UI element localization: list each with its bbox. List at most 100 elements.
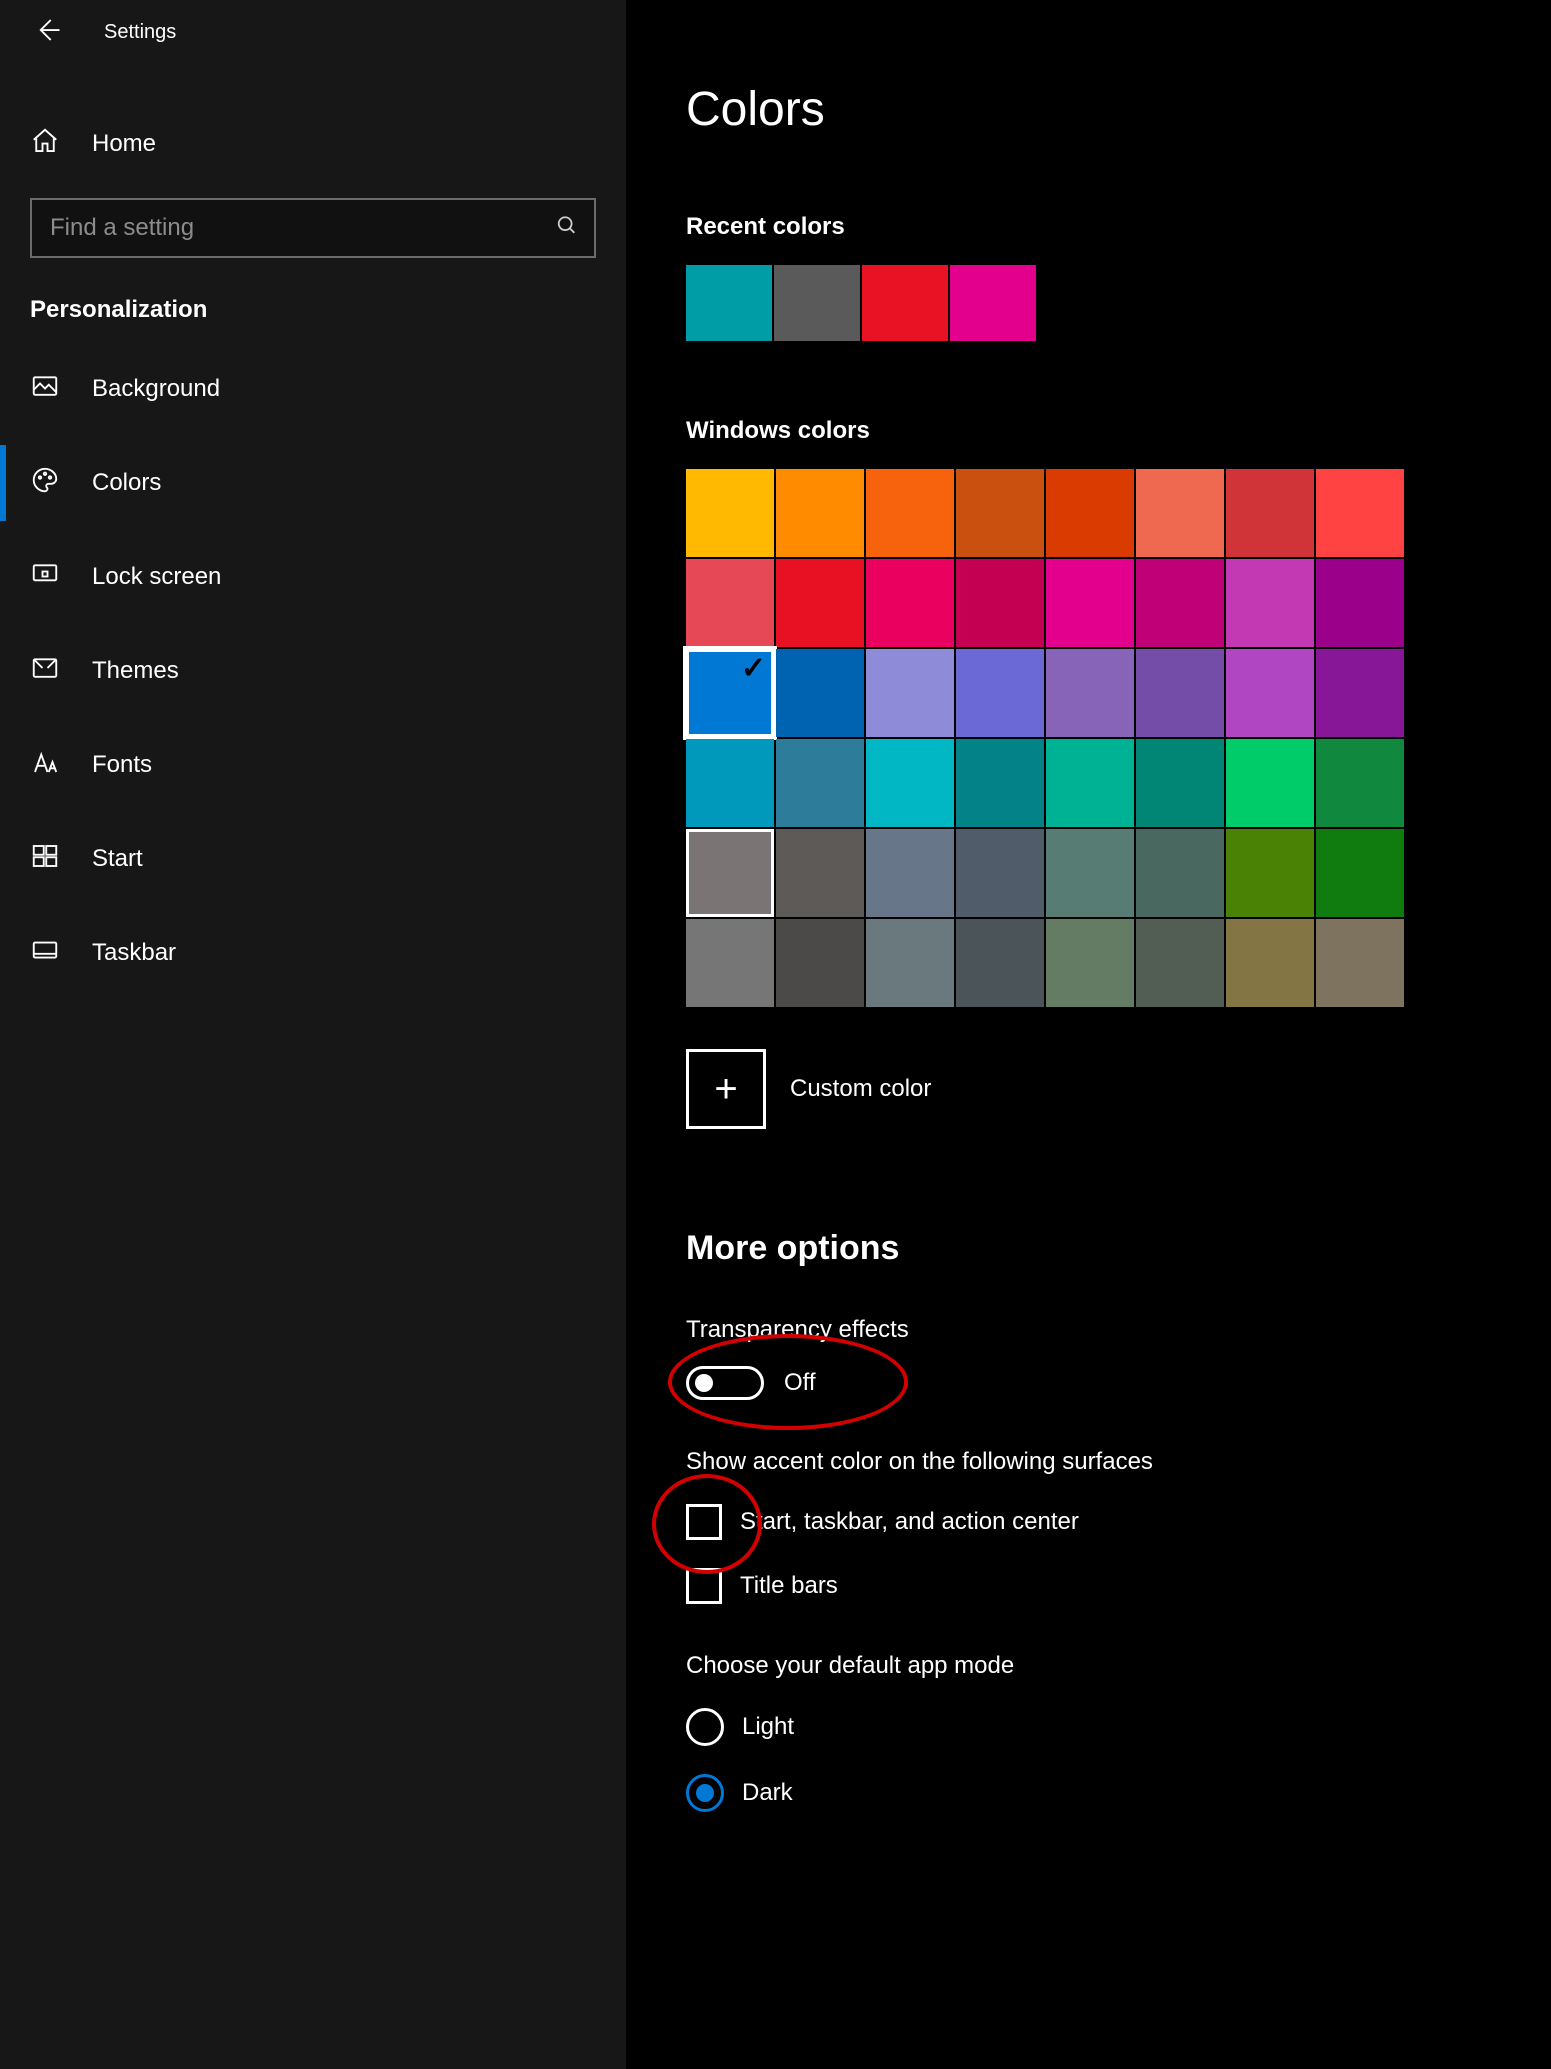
windows-color-swatch[interactable] — [1316, 829, 1404, 917]
windows-color-swatch[interactable] — [1226, 739, 1314, 827]
windows-color-swatch[interactable] — [956, 919, 1044, 1007]
windows-color-swatch[interactable] — [686, 649, 774, 737]
check-start-label: Start, taskbar, and action center — [740, 1508, 1079, 1536]
start-icon — [30, 841, 60, 878]
windows-color-swatch[interactable] — [866, 739, 954, 827]
radio-dark-row: Dark — [686, 1774, 1491, 1812]
custom-color-button[interactable]: + — [686, 1049, 766, 1129]
recent-color-swatch[interactable] — [950, 265, 1036, 341]
windows-color-swatch[interactable] — [776, 829, 864, 917]
plus-icon: + — [714, 1069, 737, 1109]
windows-color-swatch[interactable] — [1226, 649, 1314, 737]
windows-color-swatch[interactable] — [776, 739, 864, 827]
more-options-heading: More options — [686, 1229, 1491, 1268]
windows-color-swatch[interactable] — [776, 469, 864, 557]
radio-light-label: Light — [742, 1713, 794, 1741]
recent-color-swatch[interactable] — [686, 265, 772, 341]
windows-color-swatch[interactable] — [686, 469, 774, 557]
windows-color-swatch[interactable] — [866, 649, 954, 737]
transparency-label: Transparency effects — [686, 1316, 1491, 1344]
windows-color-swatch[interactable] — [686, 739, 774, 827]
transparency-toggle[interactable] — [686, 1366, 764, 1400]
windows-color-swatch[interactable] — [1136, 649, 1224, 737]
windows-color-swatch[interactable] — [1136, 829, 1224, 917]
windows-color-swatch[interactable] — [1136, 559, 1224, 647]
nav-item-colors[interactable]: Colors — [0, 436, 626, 530]
nav-item-background[interactable]: Background — [0, 342, 626, 436]
windows-color-swatch[interactable] — [956, 559, 1044, 647]
nav-item-start[interactable]: Start — [0, 812, 626, 906]
recent-colors-heading: Recent colors — [686, 213, 1491, 241]
windows-color-swatch[interactable] — [1046, 469, 1134, 557]
windows-color-swatch[interactable] — [1136, 469, 1224, 557]
nav-item-themes[interactable]: Themes — [0, 624, 626, 718]
windows-color-swatch[interactable] — [1046, 919, 1134, 1007]
windows-color-swatch[interactable] — [686, 829, 774, 917]
windows-color-swatch[interactable] — [776, 649, 864, 737]
title-bar: Settings — [0, 0, 626, 64]
windows-color-swatch[interactable] — [1136, 739, 1224, 827]
windows-color-swatch[interactable] — [1316, 559, 1404, 647]
windows-color-swatch[interactable] — [1226, 829, 1314, 917]
windows-color-swatch[interactable] — [776, 919, 864, 1007]
home-icon — [30, 126, 60, 163]
home-nav-item[interactable]: Home — [0, 104, 626, 184]
windows-colors-grid — [686, 469, 1491, 1007]
windows-color-swatch[interactable] — [1316, 469, 1404, 557]
recent-color-swatch[interactable] — [774, 265, 860, 341]
sidebar: Settings Home Personalization Background — [0, 0, 626, 2069]
windows-color-swatch[interactable] — [956, 829, 1044, 917]
app-mode-label: Choose your default app mode — [686, 1652, 1491, 1680]
search-icon[interactable] — [556, 215, 578, 242]
search-wrapper — [0, 198, 626, 258]
windows-color-swatch[interactable] — [1046, 829, 1134, 917]
nav-label: Start — [92, 845, 143, 873]
home-label: Home — [92, 130, 156, 158]
nav-item-fonts[interactable]: Fonts — [0, 718, 626, 812]
windows-color-swatch[interactable] — [1226, 919, 1314, 1007]
windows-color-swatch[interactable] — [776, 559, 864, 647]
windows-color-swatch[interactable] — [1046, 739, 1134, 827]
windows-color-swatch[interactable] — [1046, 559, 1134, 647]
nav-item-taskbar[interactable]: Taskbar — [0, 906, 626, 1000]
back-icon[interactable] — [32, 15, 62, 50]
windows-color-swatch[interactable] — [1226, 559, 1314, 647]
check-title-label: Title bars — [740, 1572, 838, 1600]
check-title-box[interactable] — [686, 1568, 722, 1604]
windows-color-swatch[interactable] — [866, 469, 954, 557]
nav-label: Fonts — [92, 751, 152, 779]
taskbar-icon — [30, 935, 60, 972]
windows-color-swatch[interactable] — [866, 919, 954, 1007]
recent-colors-row — [686, 265, 1491, 341]
radio-dark-label: Dark — [742, 1779, 793, 1807]
recent-color-swatch[interactable] — [862, 265, 948, 341]
fonts-icon — [30, 747, 60, 784]
windows-colors-heading: Windows colors — [686, 417, 1491, 445]
lock-screen-icon — [30, 559, 60, 596]
windows-color-swatch[interactable] — [1046, 649, 1134, 737]
windows-color-swatch[interactable] — [1136, 919, 1224, 1007]
nav-item-lock-screen[interactable]: Lock screen — [0, 530, 626, 624]
windows-color-swatch[interactable] — [866, 559, 954, 647]
background-icon — [30, 371, 60, 408]
windows-color-swatch[interactable] — [866, 829, 954, 917]
windows-color-swatch[interactable] — [686, 919, 774, 1007]
windows-color-swatch[interactable] — [1316, 919, 1404, 1007]
check-start-box[interactable] — [686, 1504, 722, 1540]
nav-label: Lock screen — [92, 563, 221, 591]
search-input[interactable] — [30, 198, 596, 258]
nav-label: Themes — [92, 657, 179, 685]
windows-color-swatch[interactable] — [956, 469, 1044, 557]
transparency-state: Off — [784, 1369, 816, 1397]
radio-dark[interactable] — [686, 1774, 724, 1812]
windows-color-swatch[interactable] — [1226, 469, 1314, 557]
nav-label: Colors — [92, 469, 161, 497]
windows-color-swatch[interactable] — [956, 739, 1044, 827]
radio-light[interactable] — [686, 1708, 724, 1746]
check-start-row: Start, taskbar, and action center — [686, 1504, 1491, 1540]
windows-color-swatch[interactable] — [956, 649, 1044, 737]
windows-color-swatch[interactable] — [1316, 739, 1404, 827]
windows-color-swatch[interactable] — [686, 559, 774, 647]
windows-color-swatch[interactable] — [1316, 649, 1404, 737]
palette-icon — [30, 465, 60, 502]
